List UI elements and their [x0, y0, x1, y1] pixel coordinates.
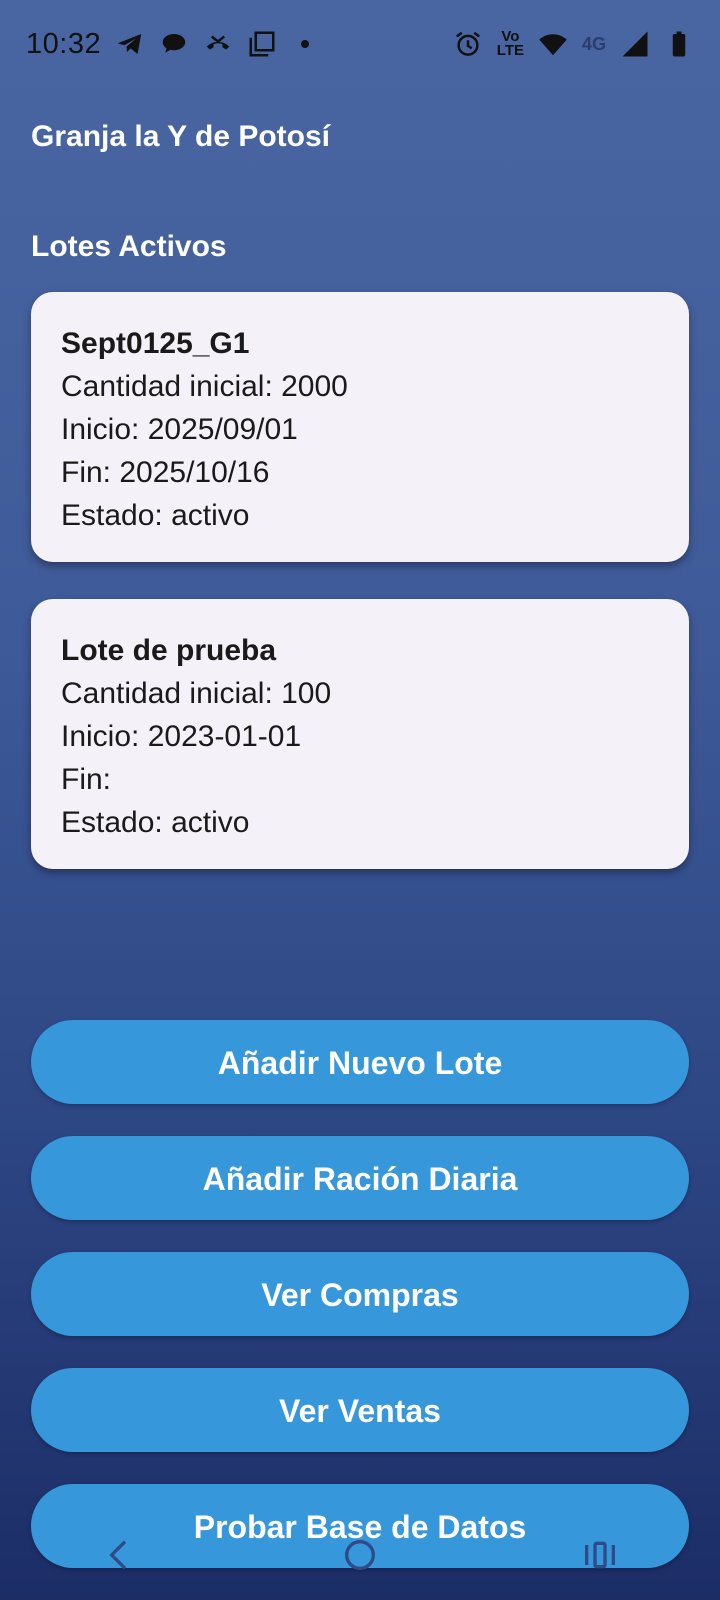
home-icon[interactable] — [340, 1535, 380, 1575]
notification-dot-icon — [301, 40, 310, 48]
app-title: Granja la Y de Potosí — [31, 120, 331, 153]
volte-icon: Vo LTE — [496, 29, 524, 59]
lot-name: Lote de prueba — [61, 634, 277, 667]
screen-cast-icon — [247, 29, 277, 59]
status-bar-right: Vo LTE 4G — [453, 29, 694, 59]
lot-status: Estado: activo — [61, 499, 250, 532]
telegram-icon — [115, 29, 145, 59]
lot-card[interactable]: Lote de prueba Cantidad inicial: 100 Ini… — [31, 599, 689, 869]
status-time: 10:32 — [26, 27, 102, 60]
add-lot-button[interactable]: Añadir Nuevo Lote — [31, 1020, 689, 1104]
network-type-label: 4G — [581, 33, 606, 54]
missed-call-icon — [203, 29, 233, 59]
lot-initial-quantity: Cantidad inicial: 2000 — [61, 370, 348, 403]
status-bar: 10:32 Vo LTE 4G — [0, 0, 720, 88]
4g-signal-icon — [620, 29, 650, 59]
status-bar-left: 10:32 — [26, 27, 310, 61]
lot-card[interactable]: Sept0125_G1 Cantidad inicial: 2000 Inici… — [31, 292, 689, 562]
lot-end-date: Fin: — [61, 763, 112, 796]
lot-status: Estado: activo — [61, 806, 250, 839]
lot-start-date: Inicio: 2025/09/01 — [61, 413, 298, 446]
recent-apps-icon[interactable] — [580, 1535, 620, 1575]
volte-label-bottom: LTE — [496, 42, 524, 59]
alarm-icon — [453, 29, 483, 59]
view-purchases-button[interactable]: Ver Compras — [31, 1252, 689, 1336]
chat-bubble-icon — [159, 29, 189, 59]
section-title-active-lots: Lotes Activos — [31, 230, 227, 263]
add-daily-ration-button[interactable]: Añadir Ración Diaria — [31, 1136, 689, 1220]
battery-icon — [664, 29, 694, 59]
lot-initial-quantity: Cantidad inicial: 100 — [61, 677, 332, 710]
lot-name: Sept0125_G1 — [61, 327, 250, 360]
lot-end-date: Fin: 2025/10/16 — [61, 456, 270, 489]
wifi-icon — [538, 29, 568, 59]
view-sales-button[interactable]: Ver Ventas — [31, 1368, 689, 1452]
lot-start-date: Inicio: 2023-01-01 — [61, 720, 302, 753]
back-icon[interactable] — [100, 1535, 140, 1575]
